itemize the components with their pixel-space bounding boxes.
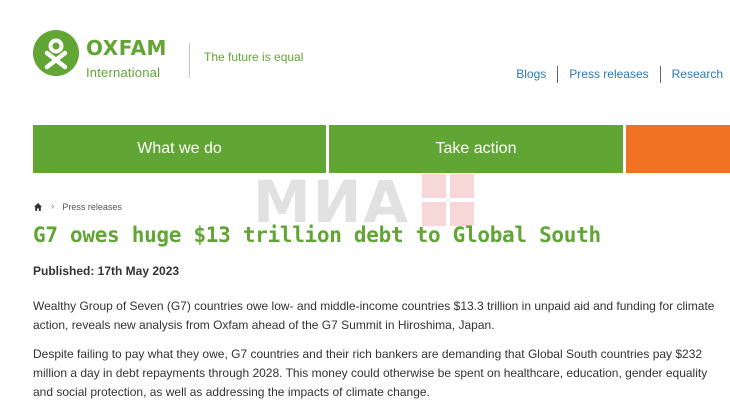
tagline: The future is equal bbox=[204, 50, 304, 64]
nav-tab-what-we-do[interactable]: What we do bbox=[33, 125, 326, 173]
watermark-logo-icon bbox=[422, 174, 477, 230]
breadcrumb: › Press releases bbox=[33, 201, 122, 212]
article-paragraph: Despite failing to pay what they owe, G7… bbox=[33, 347, 708, 399]
util-link-research[interactable]: Research bbox=[661, 66, 723, 83]
brand-name[interactable]: OXFAM bbox=[86, 36, 167, 60]
page-title: G7 owes huge $13 trillion debt to Global… bbox=[33, 223, 601, 247]
brand-subtitle[interactable]: International bbox=[86, 65, 160, 80]
utility-nav: Blogs Press releases Research bbox=[505, 66, 723, 83]
nav-tab-take-action[interactable]: Take action bbox=[329, 125, 623, 173]
header-divider bbox=[189, 43, 190, 78]
published-date: Published: 17th May 2023 bbox=[33, 264, 180, 278]
chevron-right-icon: › bbox=[51, 201, 55, 212]
util-link-press-releases[interactable]: Press releases bbox=[558, 66, 659, 83]
util-link-blogs[interactable]: Blogs bbox=[505, 66, 557, 83]
home-icon[interactable] bbox=[33, 202, 43, 212]
article-paragraph: Wealthy Group of Seven (G7) countries ow… bbox=[33, 299, 715, 332]
nav-tab-donate[interactable] bbox=[626, 125, 730, 173]
oxfam-logo-icon[interactable] bbox=[33, 30, 79, 76]
main-nav: What we do Take action bbox=[33, 125, 730, 173]
breadcrumb-current[interactable]: Press releases bbox=[62, 202, 122, 212]
